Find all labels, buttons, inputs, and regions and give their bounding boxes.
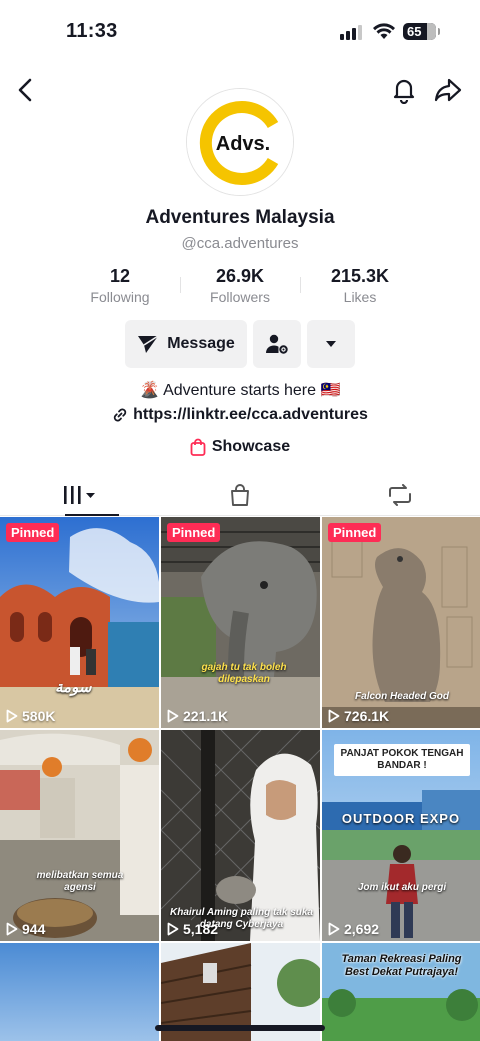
profile-handle: @cca.adventures	[181, 235, 299, 252]
play-icon	[6, 922, 18, 936]
view-count-text: 944	[22, 921, 46, 937]
video-caption: gajah tu tak boleh dilepaskan	[201, 662, 287, 685]
play-icon	[167, 922, 179, 936]
video-caption: Taman Rekreasi Paling Best Dekat Putraja…	[341, 953, 462, 978]
battery-level: 65	[407, 24, 422, 39]
stat-label: Following	[90, 289, 150, 305]
view-count-text: 5,182	[183, 921, 219, 937]
video-grid: Pinned سومة 580K Pinned gajah tu tak bol…	[0, 517, 480, 1041]
send-icon	[138, 335, 159, 353]
back-icon[interactable]	[14, 76, 38, 104]
stat-followers[interactable]: 26.9K Followers	[180, 266, 300, 305]
status-time: 11:33	[66, 20, 118, 42]
video-thumbnail[interactable]	[0, 943, 159, 1041]
stat-value: 12	[109, 266, 131, 286]
view-count: 944	[6, 921, 45, 937]
video-4-image	[0, 730, 159, 941]
play-icon	[167, 709, 179, 723]
friend-settings-button[interactable]	[253, 320, 301, 368]
view-count-text: 580K	[22, 708, 56, 724]
tab-reposts[interactable]	[320, 474, 480, 515]
video-caption: melibatkan semua agensi	[36, 870, 124, 893]
pinned-badge: Pinned	[328, 523, 382, 542]
stat-following[interactable]: 12 Following	[60, 266, 180, 305]
view-count-text: 726.1K	[344, 708, 390, 724]
avatar[interactable]: Advs.	[186, 88, 294, 196]
view-count: 2,692	[328, 921, 379, 937]
play-icon	[6, 709, 18, 723]
stat-value: 215.3K	[330, 266, 390, 286]
user-settings-icon	[266, 334, 288, 354]
bell-icon[interactable]	[390, 76, 418, 105]
cellular-signal-icon	[340, 25, 362, 40]
video-2-image	[161, 517, 320, 728]
video-thumbnail[interactable]: Khairul Aming paling tak suka datang Cyb…	[161, 730, 320, 941]
video-caption: Falcon Headed God	[355, 691, 449, 702]
video-thumbnail[interactable]: PANJAT POKOK TENGAH BANDAR ! OUTDOOR EXP…	[322, 730, 480, 941]
showcase-label: Showcase	[211, 438, 291, 455]
view-count-text: 2,692	[344, 921, 380, 937]
stat-label: Followers	[210, 289, 270, 305]
profile-stats: 12 Following 26.9K Followers 215.3K Like…	[60, 266, 420, 305]
caret-down-icon	[326, 341, 336, 347]
stat-label: Likes	[343, 289, 377, 305]
link-icon	[113, 408, 127, 422]
view-count: 726.1K	[328, 708, 389, 724]
more-options-button[interactable]	[307, 320, 355, 368]
showcase-link[interactable]: Showcase	[0, 438, 480, 456]
profile-link-text: https://linktr.ee/cca.adventures	[133, 406, 368, 423]
video-thumbnail[interactable]: Pinned سومة 580K	[0, 517, 159, 728]
pinned-badge: Pinned	[6, 523, 60, 542]
message-button-label: Message	[167, 335, 235, 352]
view-count: 5,182	[167, 921, 218, 937]
view-count-text: 221.1K	[183, 708, 229, 724]
profile-tabs	[0, 474, 480, 516]
video-thumbnail[interactable]: Pinned Falcon Headed God 726.1K	[322, 517, 480, 728]
video-caption: سومة	[55, 679, 92, 696]
home-indicator[interactable]	[155, 1025, 325, 1031]
play-icon	[328, 709, 340, 723]
video-thumbnail[interactable]: melibatkan semua agensi 944	[0, 730, 159, 941]
pinned-badge: Pinned	[167, 523, 221, 542]
message-button[interactable]: Message	[125, 320, 247, 368]
tab-videos[interactable]	[0, 474, 160, 516]
wifi-icon	[372, 22, 396, 45]
shopping-bag-icon	[190, 438, 206, 456]
view-count: 221.1K	[167, 708, 228, 724]
tab-shop[interactable]	[160, 474, 320, 515]
video-caption: Jom ikut aku pergi	[357, 882, 447, 893]
expo-sign: OUTDOOR EXPO	[341, 811, 461, 826]
status-bar: 11:33 65	[0, 0, 480, 62]
stat-likes[interactable]: 215.3K Likes	[300, 266, 420, 305]
grid-icon	[64, 485, 95, 504]
stat-value: 26.9K	[215, 266, 265, 286]
play-icon	[328, 922, 340, 936]
profile-bio: 🌋 Adventure starts here 🇲🇾	[139, 382, 341, 399]
avatar-logo-text: Advs.	[216, 133, 270, 155]
view-count: 580K	[6, 708, 55, 724]
video-7-image	[0, 943, 159, 1041]
profile-name: Adventures Malaysia	[145, 207, 335, 228]
profile-actions: Message	[125, 320, 355, 368]
video-thumbnail[interactable]: Pinned gajah tu tak boleh dilepaskan 221…	[161, 517, 320, 728]
repost-icon	[389, 483, 411, 506]
video-banner: PANJAT POKOK TENGAH BANDAR !	[340, 748, 464, 771]
profile-link[interactable]: https://linktr.ee/cca.adventures	[0, 406, 480, 424]
share-icon[interactable]	[433, 76, 463, 104]
video-1-image	[0, 517, 159, 728]
video-thumbnail[interactable]: Taman Rekreasi Paling Best Dekat Putraja…	[322, 943, 480, 1041]
shop-bag-icon	[231, 483, 249, 506]
battery-icon: 65	[403, 23, 440, 40]
